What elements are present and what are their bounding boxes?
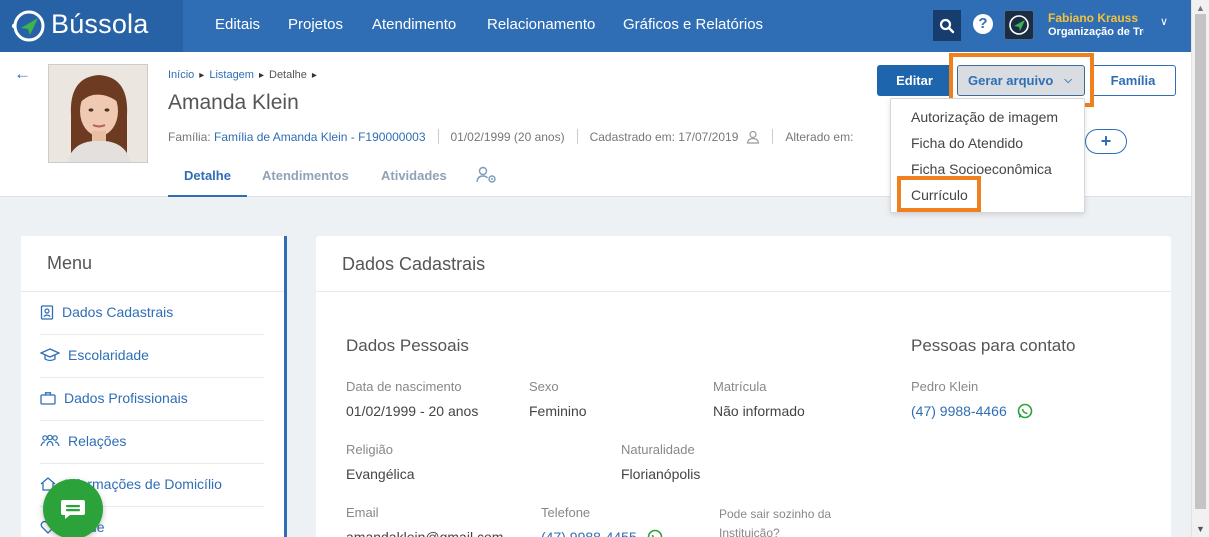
main-content-card: Dados Cadastrais Dados Pessoais Pessoas … [316,236,1171,537]
can-leave-alone-label: Pode sair sozinho da Instituição? [719,507,832,537]
scroll-up-icon[interactable]: ▲ [1196,3,1205,13]
phone-label: Telefone [541,505,591,520]
contact-phone[interactable]: (47) 9988-4466 [911,403,1033,419]
family-button[interactable]: Família [1090,65,1176,96]
org-compass-icon [1009,15,1029,35]
briefcase-icon [40,392,56,405]
enrollment-value: Não informado [713,403,805,419]
user-name[interactable]: Fabiano Krauss [1048,11,1138,25]
menu-title: Menu [47,253,93,273]
meta-divider [437,129,439,144]
edit-button[interactable]: Editar [877,65,952,96]
nav-projetos[interactable]: Projetos [288,16,343,33]
active-tab-indicator [168,195,247,197]
menu-item-label: Escolaridade [68,347,149,363]
nav-atendimento[interactable]: Atendimento [372,16,456,33]
contact-phone-value[interactable]: (47) 9988-4466 [911,403,1007,419]
contacts-title: Pessoas para contato [911,336,1076,355]
user-icon [747,130,760,144]
menu-item-divider [40,377,264,378]
organization-logo[interactable] [1004,10,1034,40]
changed-date: Alterado em: [785,129,854,144]
person-name: Amanda Klein [168,91,299,114]
tab-detalhe[interactable]: Detalhe [184,168,231,183]
origin-label: Naturalidade [621,442,695,457]
tab-atendimentos[interactable]: Atendimentos [262,168,349,183]
menu-item-label: Dados Profissionais [64,390,188,406]
breadcrumb-listagem[interactable]: Listagem [209,69,254,81]
page-scrollbar[interactable]: ▲ ▼ [1191,0,1209,537]
phone-value[interactable]: (47) 9988-4455 [541,529,637,537]
breadcrumb-separator-icon: ▸ [199,70,205,81]
breadcrumb: Início ▸ Listagem ▸ Detalhe ▸ [168,69,322,81]
dropdown-item-autorizacao[interactable]: Autorização de imagem [911,109,1058,125]
email-label: Email [346,505,379,520]
contact-name: Pedro Klein [911,379,979,394]
birth-label: Data de nascimento [346,379,462,394]
menu-item-divider [40,463,264,464]
breadcrumb-inicio[interactable]: Início [168,69,194,81]
compass-icon [12,10,45,42]
birth-value: 01/02/1999 - 20 anos [346,403,479,419]
menu-item-divider [40,334,264,335]
chat-icon [61,500,85,519]
back-arrow-icon[interactable]: ← [14,64,31,84]
meta-divider [772,129,774,144]
family-label: Família: [168,129,211,144]
dropdown-item-ficha-socioeconomica[interactable]: Ficha Socioeconômica [911,161,1052,177]
help-icon[interactable]: ? [973,14,993,34]
breadcrumb-separator-icon: ▸ [258,70,264,81]
top-navbar: Bússola Editais Projetos Atendimento Rel… [0,0,1191,52]
scroll-down-icon[interactable]: ▼ [1196,524,1205,534]
app-name: Bússola [51,9,149,39]
nav-editais[interactable]: Editais [215,16,260,33]
personal-data-title: Dados Pessoais [346,336,469,355]
email-value: amandaklein@gmail.com [346,529,504,537]
section-heading: Dados Cadastrais [342,254,486,274]
highlight-curriculo [897,176,981,212]
chevron-down-icon[interactable]: ∨ [1160,15,1168,28]
search-icon [939,18,955,33]
id-card-icon [40,304,54,320]
registered-date: Cadastrado em: 17/07/2019 [589,129,739,144]
birth-date: 01/02/1999 (20 anos) [450,129,565,144]
person-photo [48,64,148,163]
sex-label: Sexo [529,379,559,394]
menu-item-divider [40,420,264,421]
menu-item-dados-profissionais[interactable]: Dados Profissionais [40,390,188,406]
family-link[interactable]: Família de Amanda Klein - F190000003 [214,130,425,144]
enrollment-label: Matrícula [713,379,767,394]
user-settings-icon[interactable] [476,166,498,189]
person-meta: Família: Família de Amanda Klein - F1900… [168,129,853,144]
add-button[interactable]: + [1085,129,1127,154]
whatsapp-icon[interactable] [647,529,663,537]
menu-item-dados-cadastrais[interactable]: Dados Cadastrais [40,304,173,320]
religion-label: Religião [346,442,393,457]
phone-value-row[interactable]: (47) 9988-4455 [541,529,663,537]
card-divider [316,291,1171,292]
menu-divider [21,291,284,292]
dropdown-item-ficha-atendido[interactable]: Ficha do Atendido [911,135,1023,151]
meta-divider [576,129,578,144]
breadcrumb-separator-icon: ▸ [311,70,317,81]
app-logo[interactable]: Bússola [0,0,183,52]
graduation-cap-icon [40,348,60,362]
menu-item-label: Relações [68,433,127,449]
menu-item-label: Dados Cadastrais [62,304,174,320]
chat-button[interactable] [43,479,103,537]
menu-item-relacoes[interactable]: Relações [40,433,126,449]
menu-item-escolaridade[interactable]: Escolaridade [40,347,149,363]
religion-value: Evangélica [346,466,415,482]
breadcrumb-detalhe: Detalhe [269,69,307,81]
people-icon [40,434,60,447]
whatsapp-icon[interactable] [1017,403,1033,419]
nav-graficos-relatorios[interactable]: Gráficos e Relatórios [623,16,763,33]
origin-value: Florianópolis [621,466,701,482]
scroll-thumb[interactable] [1195,14,1206,509]
search-button[interactable] [933,10,961,41]
tab-atividades[interactable]: Atividades [381,168,447,183]
nav-relacionamento[interactable]: Relacionamento [487,16,595,33]
user-organization[interactable]: Organização de Tre [1048,26,1144,38]
sex-value: Feminino [529,403,587,419]
